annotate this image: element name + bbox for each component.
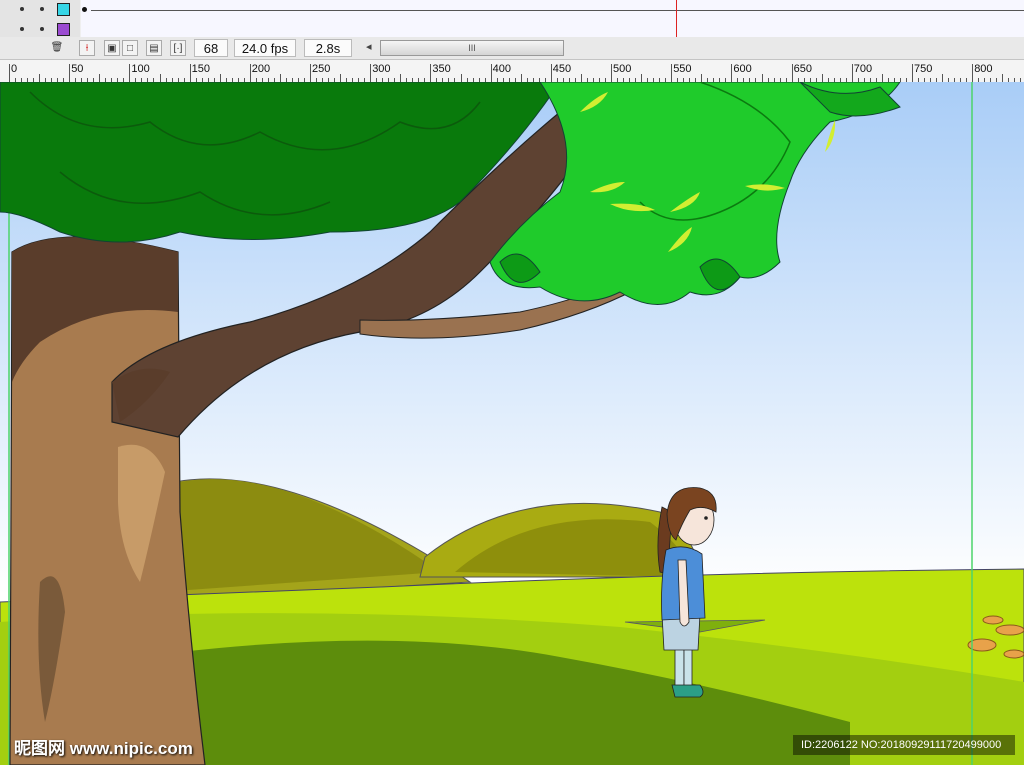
ruler-label: 100: [131, 63, 150, 75]
ruler-label: 600: [733, 63, 752, 75]
ruler-tick: [972, 64, 974, 82]
onion-skin-icon[interactable]: ▣: [104, 40, 120, 56]
frame-track-1[interactable]: [81, 0, 1024, 21]
ruler-tick: [39, 74, 41, 82]
ruler-tick: [671, 64, 673, 82]
ruler-tick: [400, 74, 402, 82]
scene-illustration: [0, 82, 1024, 765]
scroll-left-arrow-icon[interactable]: ◂: [366, 40, 372, 53]
ruler-tick: [641, 74, 643, 82]
site-watermark: 昵图网 www.nipic.com: [14, 739, 193, 758]
stepping-stone: [982, 615, 1004, 625]
horizontal-ruler: 0 50 100 150 200 250 300 350 400 450 500 550 600 650 7…: [0, 60, 1024, 83]
ruler-label: 500: [613, 63, 632, 75]
ruler-tick: [731, 64, 733, 82]
layer-color-swatch[interactable]: [57, 3, 70, 16]
ruler-tick: [249, 64, 251, 82]
onion-skin-outline-icon[interactable]: □: [122, 40, 138, 56]
ruler-tick: [821, 74, 823, 82]
ruler-tick: [189, 64, 191, 82]
ruler-label: 250: [312, 63, 331, 75]
stage-canvas[interactable]: [0, 82, 1024, 765]
ruler-tick: [1002, 74, 1004, 82]
ruler-label: 0: [11, 63, 18, 75]
edit-multiple-frames-icon[interactable]: ▤: [146, 40, 162, 56]
trash-icon[interactable]: 🗑: [49, 40, 65, 56]
ruler-tick: [761, 74, 763, 82]
timeline-scrollbar[interactable]: III: [380, 40, 564, 56]
center-frame-icon[interactable]: ⍿: [79, 40, 95, 56]
ruler-label: 750: [914, 63, 933, 75]
ruler-label: 650: [793, 63, 812, 75]
ruler-label: 150: [191, 63, 210, 75]
image-id-watermark: ID:2206122 NO:20180929111720499000: [793, 735, 1015, 755]
ruler-tick: [460, 74, 462, 82]
ruler-label: 350: [432, 63, 451, 75]
frame-rate-field[interactable]: 24.0 fps: [234, 39, 296, 57]
timeline-panel: [0, 0, 1024, 41]
stepping-stone: [1003, 649, 1024, 659]
ruler-tick: [701, 74, 703, 82]
ruler-tick: [881, 74, 883, 82]
ruler-label: 550: [673, 63, 692, 75]
playhead[interactable]: [676, 0, 677, 40]
ruler-tick: [310, 64, 311, 82]
scroll-grip[interactable]: III: [468, 43, 476, 53]
ruler-tick: [611, 64, 612, 82]
ruler-tick: [159, 74, 161, 82]
ruler-tick: [520, 74, 522, 82]
ruler-tick: [279, 74, 281, 82]
ruler-label: 200: [251, 63, 271, 75]
ruler-tick: [490, 64, 492, 82]
ruler-tick: [9, 64, 10, 82]
ruler-tick: [791, 64, 793, 82]
ruler-tick: [851, 64, 853, 82]
ruler-label: 450: [552, 63, 572, 75]
ruler-tick: [942, 74, 944, 82]
ruler-label: 300: [372, 63, 391, 75]
current-frame-field: 68: [194, 39, 228, 57]
ruler-tick: [430, 64, 432, 82]
layer-row-1[interactable]: [0, 0, 80, 21]
lock-dot[interactable]: [40, 27, 44, 31]
ruler-tick: [370, 64, 372, 82]
modify-markers-icon[interactable]: [·]: [170, 40, 186, 56]
ruler-tick: [340, 74, 342, 82]
ruler-tick: [550, 64, 552, 82]
elapsed-time-field: 2.8s: [304, 39, 352, 57]
ruler-tick: [129, 64, 131, 82]
ruler-label: 800: [974, 63, 993, 75]
visibility-dot[interactable]: [20, 27, 24, 31]
ruler-tick: [912, 64, 913, 82]
lock-dot[interactable]: [40, 7, 44, 11]
ruler-tick: [69, 64, 71, 82]
visibility-dot[interactable]: [20, 7, 24, 11]
layer-color-swatch[interactable]: [57, 23, 70, 36]
ruler-tick: [580, 74, 582, 82]
ruler-label: 700: [853, 63, 873, 75]
ruler-tick: [99, 74, 101, 82]
ruler-tick: [219, 74, 221, 82]
ruler-label: 400: [492, 63, 511, 75]
stepping-stone: [995, 624, 1024, 636]
timeline-toolbar: 🗑 ⍿ ▣ □ ▤ [·] 68 24.0 fps 2.8s ◂ III: [0, 37, 1024, 60]
ruler-label: 50: [71, 63, 84, 75]
tween-line: [91, 10, 1024, 11]
keyframe-icon[interactable]: [82, 7, 87, 12]
